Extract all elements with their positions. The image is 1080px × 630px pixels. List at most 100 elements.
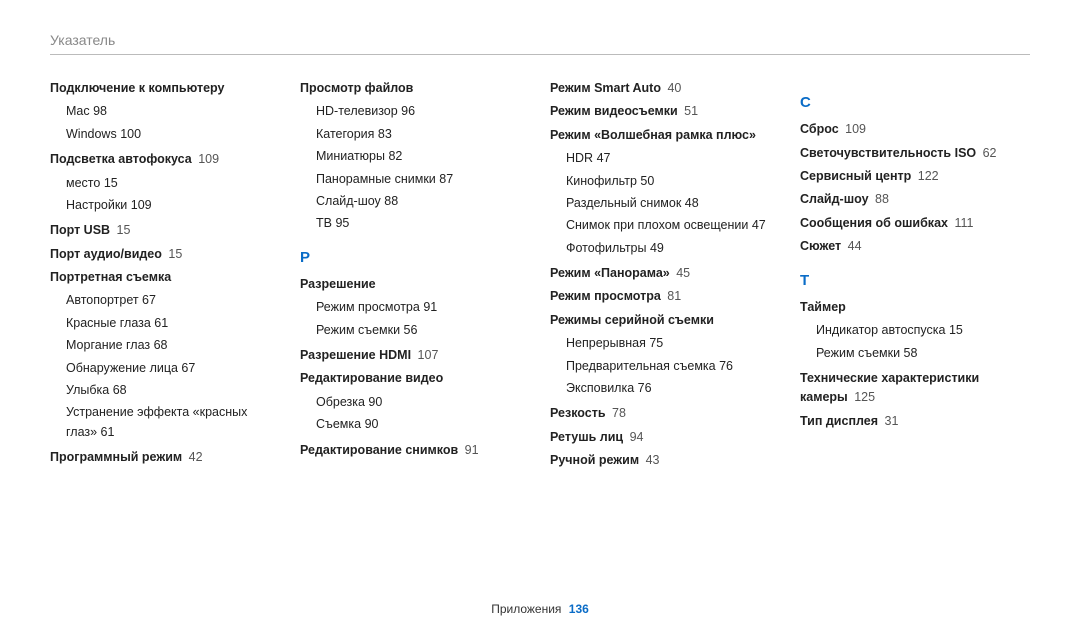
index-entry-page: 51 [681, 104, 698, 118]
index-entry-label: Таймер [800, 300, 846, 314]
index-subentry-page: 61 [151, 316, 168, 330]
index-subentry-label: Слайд-шоу [316, 194, 381, 208]
index-subentry-label: Категория [316, 127, 374, 141]
index-entry: Режим просмотра 81 [550, 287, 780, 306]
index-subentry-label: HD-телевизор [316, 104, 398, 118]
index-subentry: HDR 47 [566, 149, 780, 168]
index-entry: Редактирование видео [300, 369, 530, 388]
index-entry-page: 91 [461, 443, 478, 457]
index-entry: Слайд-шоу 88 [800, 190, 1030, 209]
index-entry-page: 81 [664, 289, 681, 303]
index-subentry-page: 50 [637, 174, 654, 188]
index-entry-label: Резкость [550, 406, 606, 420]
index-letter: Т [800, 269, 1030, 292]
index-subentry-label: Непрерывная [566, 336, 646, 350]
index-subentry: Моргание глаз 68 [66, 336, 280, 355]
index-subentry: Устранение эффекта «красных глаз» 61 [66, 403, 280, 442]
index-subentry-label: Обрезка [316, 395, 365, 409]
index-subentry: Эксповилка 76 [566, 379, 780, 398]
index-entry-page: 15 [165, 247, 182, 261]
index-subentry: Снимок при плохом освещении 47 [566, 216, 780, 235]
index-subentry: Windows 100 [66, 125, 280, 144]
index-entry: Тип дисплея 31 [800, 412, 1030, 431]
index-subentry-label: Красные глаза [66, 316, 151, 330]
index-entry-page: 78 [609, 406, 626, 420]
index-entry-label: Светочувствительность ISO [800, 146, 976, 160]
index-entry-label: Режим «Панорама» [550, 266, 670, 280]
index-subentry-label: Режим съемки [816, 346, 900, 360]
index-subentry-label: Съемка [316, 417, 361, 431]
index-entry-page: 109 [195, 152, 219, 166]
index-column: Режим Smart Auto 40 Режим видеосъемки 51 Р… [550, 79, 780, 474]
index-subentry-page: 83 [374, 127, 391, 141]
index-subentry-label: Миниатюры [316, 149, 385, 163]
index-subentry-page: 87 [436, 172, 453, 186]
index-entry-label: Режимы серийной съемки [550, 313, 714, 327]
index-entry-label: Подсветка автофокуса [50, 152, 192, 166]
index-entry: Режим «Волшебная рамка плюс» [550, 126, 780, 145]
index-entry-page: 44 [844, 239, 861, 253]
index-subentry-page: 15 [100, 176, 117, 190]
index-sublist: Обрезка 90Съемка 90 [316, 393, 530, 435]
index-entry-page: 31 [881, 414, 898, 428]
index-entry-label: Режим просмотра [550, 289, 661, 303]
index-subentry: Кинофильтр 50 [566, 172, 780, 191]
page-footer: Приложения 136 [0, 602, 1080, 616]
index-subentry-page: 61 [97, 425, 114, 439]
index-entry-label: Подключение к компьютеру [50, 81, 224, 95]
index-entry: Режимы серийной съемки [550, 311, 780, 330]
index-subentry: место 15 [66, 174, 280, 193]
index-subentry-page: 76 [716, 359, 733, 373]
index-subentry-page: 91 [420, 300, 437, 314]
index-entry-page: 109 [842, 122, 866, 136]
index-entry-label: Портретная съемка [50, 270, 171, 284]
index-subentry-label: Предварительная съемка [566, 359, 716, 373]
index-subentry-page: 98 [90, 104, 107, 118]
index-entry: Режим Smart Auto 40 [550, 79, 780, 98]
index-entry: Сюжет 44 [800, 237, 1030, 256]
index-entry: Разрешение [300, 275, 530, 294]
index-entry-label: Режим Smart Auto [550, 81, 661, 95]
index-subentry-page: 67 [178, 361, 195, 375]
index-subentry-page: 47 [748, 218, 765, 232]
index-subentry-page: 15 [945, 323, 962, 337]
index-entry-label: Сюжет [800, 239, 841, 253]
index-subentry: HD-телевизор 96 [316, 102, 530, 121]
index-entry-page: 125 [851, 390, 875, 404]
index-entry-page: 15 [113, 223, 130, 237]
index-entry: Резкость 78 [550, 404, 780, 423]
index-entry-page: 107 [414, 348, 438, 362]
index-subentry-label: Устранение эффекта «красных глаз» [66, 405, 247, 438]
index-entry-page: 94 [626, 430, 643, 444]
index-subentry-label: Автопортрет [66, 293, 139, 307]
index-entry: Программный режим 42 [50, 448, 280, 467]
index-entry: Разрешение HDMI 107 [300, 346, 530, 365]
index-entry: Подключение к компьютеру [50, 79, 280, 98]
index-subentry: Обнаружение лица 67 [66, 359, 280, 378]
index-entry-page: 40 [664, 81, 681, 95]
index-subentry-page: 75 [646, 336, 663, 350]
index-entry-label: Ручной режим [550, 453, 639, 467]
index-subentry-page: 48 [681, 196, 698, 210]
index-subentry: Предварительная съемка 76 [566, 357, 780, 376]
index-entry: Порт USB 15 [50, 221, 280, 240]
index-column: ССброс 109Светочувствительность ISO 62Се… [800, 79, 1030, 474]
index-subentry-page: 96 [398, 104, 415, 118]
index-subentry: Раздельный снимок 48 [566, 194, 780, 213]
index-entry-label: Технические характеристики камеры [800, 371, 979, 404]
index-entry: Режим видеосъемки 51 [550, 102, 780, 121]
index-subentry-label: Mac [66, 104, 90, 118]
index-entry-label: Редактирование видео [300, 371, 443, 385]
index-subentry-label: Снимок при плохом освещении [566, 218, 748, 232]
index-entry-label: Порт аудио/видео [50, 247, 162, 261]
index-subentry-label: Windows [66, 127, 117, 141]
index-subentry-page: 68 [109, 383, 126, 397]
page-header-title: Указатель [50, 32, 1030, 48]
index-subentry-label: Режим просмотра [316, 300, 420, 314]
index-entry-page: 45 [673, 266, 690, 280]
index-subentry: Улыбка 68 [66, 381, 280, 400]
index-column: Просмотр файловHD-телевизор 96Категория … [300, 79, 530, 474]
index-entry-label: Ретушь лиц [550, 430, 623, 444]
index-entry-page: 111 [951, 216, 973, 230]
index-entry-label: Программный режим [50, 450, 182, 464]
